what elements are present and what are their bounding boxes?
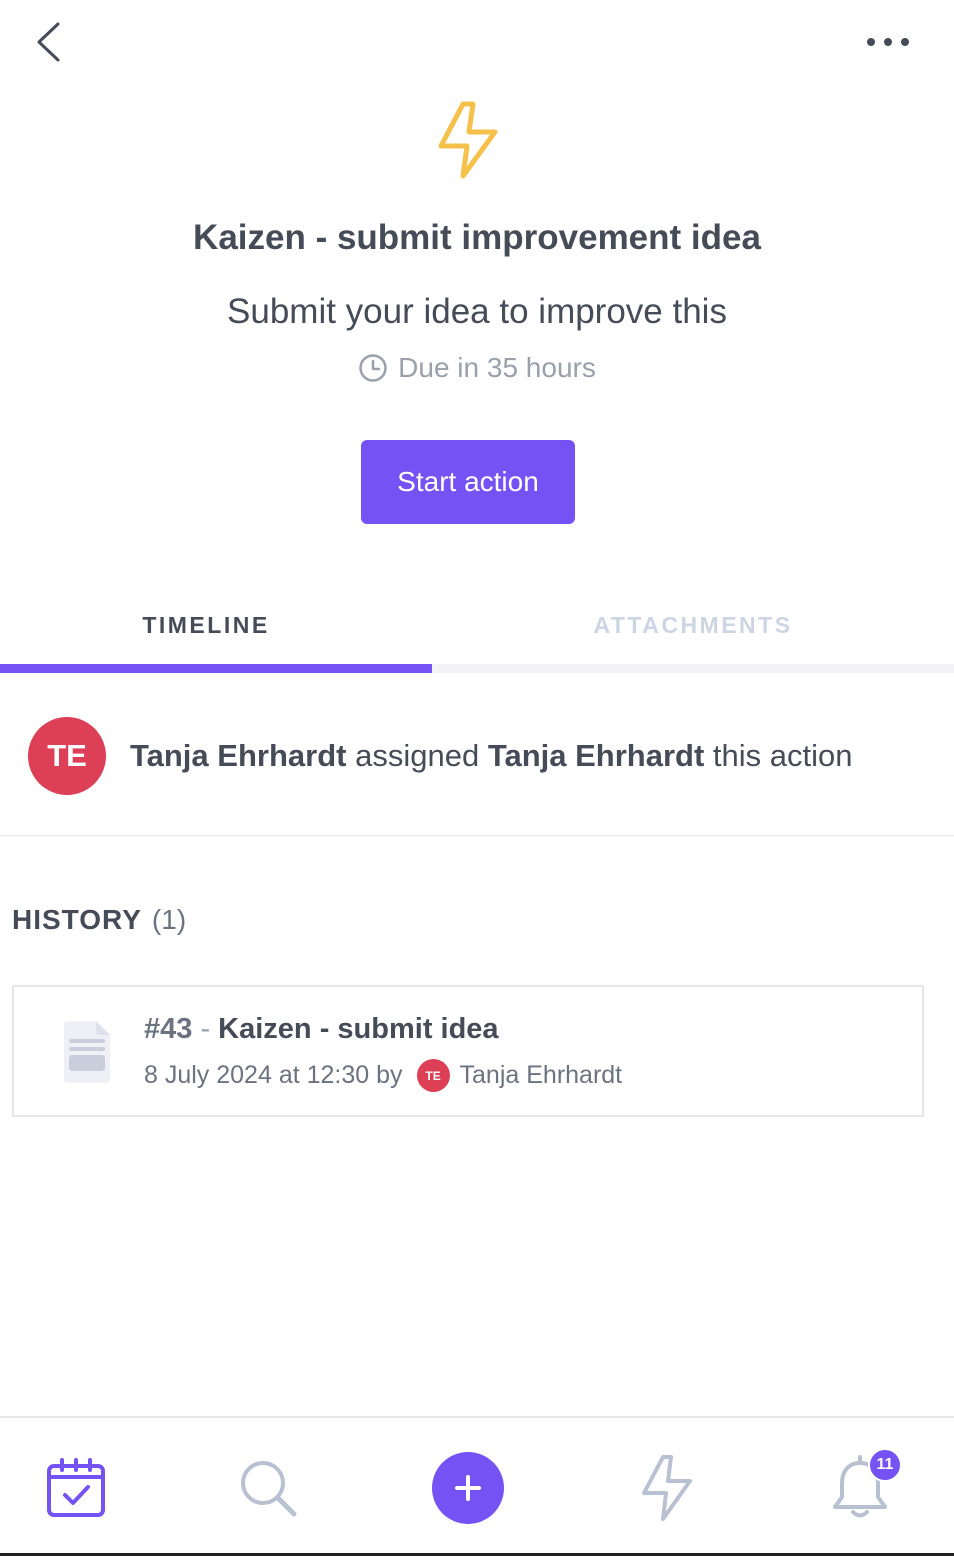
history-label: HISTORY xyxy=(12,904,142,935)
bottom-nav: 11 xyxy=(0,1416,954,1556)
search-icon xyxy=(241,1461,297,1517)
history-count: (1) xyxy=(151,904,187,935)
add-circle xyxy=(432,1452,504,1524)
due-text: Due in 35 hours xyxy=(398,352,596,383)
start-action-button[interactable]: Start action xyxy=(361,440,575,524)
history-item-date: 8 July 2024 at 12:30 by xyxy=(144,1061,403,1089)
history-item[interactable]: #43 - Kaizen - submit idea 8 July 2024 a… xyxy=(12,985,924,1117)
calendar-check-icon xyxy=(47,1458,105,1517)
back-button[interactable] xyxy=(26,20,70,64)
history-item-meta: 8 July 2024 at 12:30 by TE Tanja Ehrhard… xyxy=(144,1059,622,1092)
lightning-icon xyxy=(438,101,498,179)
more-horizontal-icon xyxy=(867,38,909,46)
nav-search[interactable] xyxy=(228,1448,308,1528)
top-bar xyxy=(0,0,954,90)
timeline-verb: assigned xyxy=(355,737,480,773)
plus-icon xyxy=(455,1475,481,1501)
history-item-user: Tanja Ehrhardt xyxy=(459,1061,623,1089)
avatar: TE xyxy=(416,1059,450,1092)
history-item-separator: - xyxy=(192,1013,219,1045)
timeline-suffix: this action xyxy=(712,737,853,773)
due-info: Due in 35 hours xyxy=(0,352,954,384)
nav-actions[interactable] xyxy=(627,1448,707,1528)
timeline-target: Tanja Ehrhardt xyxy=(487,737,705,773)
nav-add-button[interactable] xyxy=(428,1448,508,1528)
document-icon xyxy=(64,1021,110,1083)
tab-bar: TIMELINE ATTACHMENTS xyxy=(0,585,954,675)
action-title: Kaizen - submit improvement idea xyxy=(193,218,761,257)
avatar: TE xyxy=(28,716,106,795)
history-heading: HISTORY (1) xyxy=(12,904,186,936)
nav-notifications[interactable]: 11 xyxy=(820,1448,902,1528)
tab-active-indicator xyxy=(0,664,432,673)
tab-attachments[interactable]: ATTACHMENTS xyxy=(432,585,954,665)
history-item-number: #43 xyxy=(144,1013,193,1045)
history-item-name: Kaizen - submit idea xyxy=(218,1013,499,1045)
clock-icon xyxy=(359,354,387,382)
timeline-entry-text: Tanja Ehrhardt assigned Tanja Ehrhardt t… xyxy=(130,738,852,774)
history-item-title: #43 - Kaizen - submit idea xyxy=(144,1013,499,1046)
timeline-entry: TE Tanja Ehrhardt assigned Tanja Ehrhard… xyxy=(0,676,954,836)
nav-calendar[interactable] xyxy=(36,1448,116,1528)
lightning-icon xyxy=(642,1455,692,1521)
chevron-left-icon xyxy=(37,22,60,62)
timeline-actor: Tanja Ehrhardt xyxy=(130,737,347,773)
notifications-badge: 11 xyxy=(868,1448,902,1482)
tab-timeline[interactable]: TIMELINE xyxy=(0,585,412,665)
more-options-button[interactable] xyxy=(858,22,918,62)
action-description: Submit your idea to improve this xyxy=(227,292,727,331)
